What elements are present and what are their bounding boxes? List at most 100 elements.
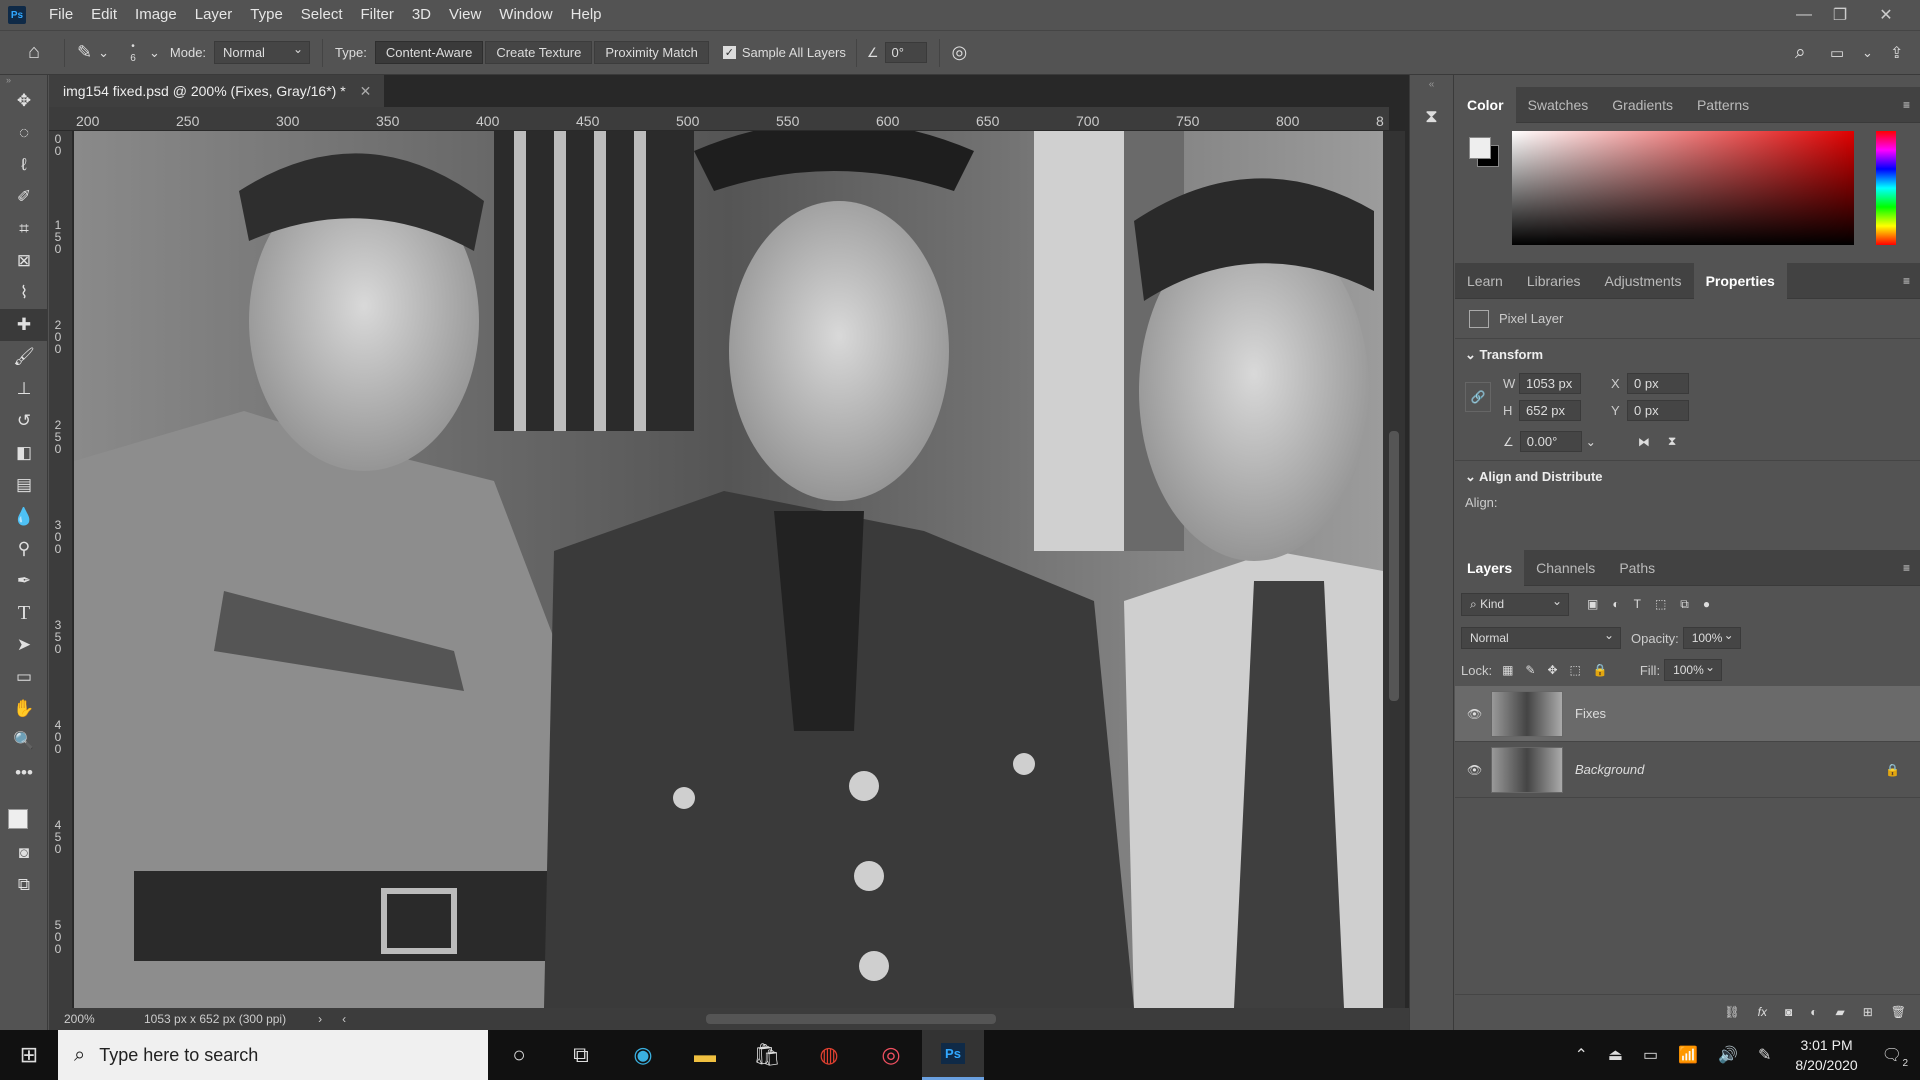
chevron-down-icon[interactable]: ⌄ xyxy=(1862,45,1873,61)
menu-layer[interactable]: Layer xyxy=(186,0,242,30)
chevron-down-icon[interactable]: ⌄ xyxy=(98,45,109,61)
zoom-tool-icon[interactable]: 🔍 xyxy=(0,725,48,757)
transform-title-row[interactable]: ⌄ Transform xyxy=(1465,347,1910,363)
pen-tool-icon[interactable]: ✒ xyxy=(0,565,48,597)
creative-cloud-icon[interactable]: ◎ xyxy=(860,1030,922,1080)
chrome-icon[interactable]: ◍ xyxy=(798,1030,860,1080)
rotation-input[interactable]: 0.00° xyxy=(1519,431,1582,452)
type-tool-icon[interactable]: T xyxy=(0,597,48,629)
tab-adjustments[interactable]: Adjustments xyxy=(1593,263,1694,299)
lasso-tool-icon[interactable]: ℓ xyxy=(0,149,48,181)
filter-toggle-icon[interactable]: ● xyxy=(1703,597,1710,611)
healing-brush-preset-icon[interactable]: ✎ xyxy=(77,42,92,63)
task-view-icon[interactable]: ⧉ xyxy=(550,1030,612,1080)
shape-filter-icon[interactable]: ⬚ xyxy=(1655,597,1666,611)
store-icon[interactable]: 🛍 xyxy=(736,1030,798,1080)
hue-slider[interactable] xyxy=(1876,131,1896,245)
restore-icon[interactable]: ❐ xyxy=(1822,0,1858,30)
content-aware-button[interactable]: Content-Aware xyxy=(374,41,484,64)
share-icon[interactable]: ⇪ xyxy=(1890,43,1903,63)
panel-menu-icon[interactable]: ≡ xyxy=(1903,561,1910,575)
crop-tool-icon[interactable]: ⌗ xyxy=(0,213,48,245)
chevron-right-icon[interactable]: › xyxy=(318,1012,322,1026)
hand-tool-icon[interactable]: ✋ xyxy=(0,693,48,725)
horizontal-scrollbar-thumb[interactable] xyxy=(706,1014,997,1024)
tab-patterns[interactable]: Patterns xyxy=(1685,87,1761,123)
new-layer-icon[interactable]: ⊞ xyxy=(1863,1005,1873,1019)
lock-position-icon[interactable]: ✥ xyxy=(1547,663,1557,677)
photoshop-taskbar-icon[interactable]: Ps xyxy=(922,1030,984,1080)
brush-tool-icon[interactable]: 🖌 xyxy=(0,341,48,373)
close-icon[interactable]: ✕ xyxy=(1868,0,1904,30)
adjustment-layer-icon[interactable]: ◐ xyxy=(1810,1005,1817,1019)
frame-tool-icon[interactable]: ⊠ xyxy=(0,245,48,277)
chevron-down-icon[interactable]: ⌄ xyxy=(149,45,160,61)
mode-dropdown[interactable]: Normal xyxy=(214,41,311,64)
x-input[interactable]: 0 px xyxy=(1627,373,1689,394)
blend-mode-dropdown[interactable]: Normal xyxy=(1461,627,1621,649)
windows-start-icon[interactable]: ⊞ xyxy=(0,1030,58,1080)
color-swatches[interactable] xyxy=(0,789,47,839)
quick-mask-icon[interactable]: ◙ xyxy=(0,837,48,869)
lock-all-icon[interactable]: 🔒 xyxy=(1593,663,1608,677)
path-select-tool-icon[interactable]: ➤ xyxy=(0,629,48,661)
quick-select-tool-icon[interactable]: ✐ xyxy=(0,181,48,213)
opacity-input[interactable]: 100% xyxy=(1682,627,1741,649)
layer-row-fixes[interactable]: 👁 Fixes xyxy=(1455,686,1920,742)
gradient-tool-icon[interactable]: ▤ xyxy=(0,469,48,501)
rectangle-tool-icon[interactable]: ▭ xyxy=(0,661,48,693)
battery-icon[interactable]: ▭ xyxy=(1643,1045,1658,1065)
create-texture-button[interactable]: Create Texture xyxy=(485,41,593,64)
tab-gradients[interactable]: Gradients xyxy=(1600,87,1685,123)
notifications-icon[interactable]: 🗨 2 xyxy=(1882,1045,1908,1069)
lock-transparent-icon[interactable]: ▦ xyxy=(1502,663,1513,677)
tab-channels[interactable]: Channels xyxy=(1524,550,1607,586)
move-tool-icon[interactable]: ✥ xyxy=(0,85,48,117)
collapse-icon[interactable]: » xyxy=(0,75,47,85)
file-explorer-icon[interactable]: ▬ xyxy=(674,1030,736,1080)
foreground-color-swatch[interactable] xyxy=(8,809,28,829)
tab-color[interactable]: Color xyxy=(1455,86,1516,123)
flip-horizontal-icon[interactable]: ⧓ xyxy=(1638,435,1650,449)
taskbar-search[interactable]: ⌕ Type here to search xyxy=(58,1030,488,1080)
screen-mode-icon[interactable]: ⧉ xyxy=(0,869,48,901)
delete-layer-icon[interactable]: 🗑 xyxy=(1891,1005,1906,1019)
fill-input[interactable]: 100% xyxy=(1664,659,1723,681)
brush-size-picker[interactable]: • 6 xyxy=(123,41,143,65)
scrollbar-thumb[interactable] xyxy=(1389,431,1399,701)
menu-help[interactable]: Help xyxy=(562,0,611,30)
clock[interactable]: 3:01 PM 8/20/2020 xyxy=(1795,1035,1857,1075)
usb-icon[interactable]: ⏏ xyxy=(1608,1045,1623,1065)
tab-paths[interactable]: Paths xyxy=(1607,550,1667,586)
clone-stamp-tool-icon[interactable]: ⊥ xyxy=(0,373,48,405)
pen-icon[interactable]: ✎ xyxy=(1758,1045,1771,1065)
proximity-match-button[interactable]: Proximity Match xyxy=(594,41,709,64)
height-input[interactable]: 652 px xyxy=(1519,400,1581,421)
angle-input[interactable]: 0° xyxy=(884,42,927,63)
healing-brush-tool-icon[interactable]: ✚ xyxy=(0,309,48,341)
lock-image-icon[interactable]: ✎ xyxy=(1525,663,1535,677)
tab-libraries[interactable]: Libraries xyxy=(1515,263,1593,299)
history-brush-tool-icon[interactable]: ↺ xyxy=(0,405,48,437)
edge-icon[interactable]: ◉ xyxy=(612,1030,674,1080)
group-folder-icon[interactable]: ▰ xyxy=(1835,1005,1844,1019)
marquee-tool-icon[interactable]: ◌ xyxy=(0,117,48,149)
pixel-filter-icon[interactable]: ▣ xyxy=(1587,597,1598,611)
collapse-icon[interactable]: « xyxy=(1410,79,1453,90)
pressure-size-icon[interactable]: ◎ xyxy=(952,42,968,63)
flip-vertical-icon[interactable]: ⧗ xyxy=(1668,434,1676,449)
image-canvas[interactable] xyxy=(74,131,1383,1008)
volume-icon[interactable]: 🔊 xyxy=(1718,1045,1738,1065)
workspace-icon[interactable]: ▭ xyxy=(1830,44,1844,62)
menu-3d[interactable]: 3D xyxy=(403,0,440,30)
y-input[interactable]: 0 px xyxy=(1627,400,1689,421)
menu-filter[interactable]: Filter xyxy=(352,0,403,30)
chevron-up-icon[interactable]: ⌃ xyxy=(1574,1045,1587,1065)
smart-object-filter-icon[interactable]: ⧉ xyxy=(1680,597,1689,612)
menu-type[interactable]: Type xyxy=(241,0,292,30)
home-icon[interactable]: ⌂ xyxy=(16,41,52,64)
menu-image[interactable]: Image xyxy=(126,0,186,30)
lock-artboard-icon[interactable]: ⬚ xyxy=(1570,663,1581,677)
close-tab-icon[interactable]: ✕ xyxy=(360,83,372,100)
tab-layers[interactable]: Layers xyxy=(1455,549,1525,586)
